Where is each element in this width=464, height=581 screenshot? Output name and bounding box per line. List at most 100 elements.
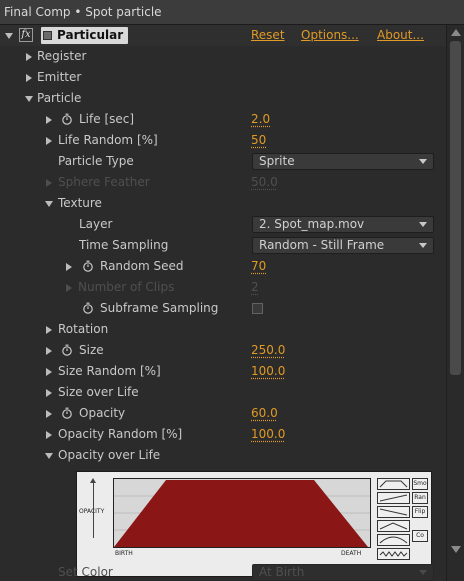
effect-name[interactable]: Particular [41,27,129,44]
collapse-arrow-icon[interactable] [25,96,33,102]
param-label: Opacity Random [%] [58,427,183,441]
param-label: Random Seed [100,259,184,273]
param-value: 2 [251,280,259,294]
group-register[interactable]: Register [0,46,446,67]
param-opacity-random: Opacity Random [%] 100.0 [0,424,446,445]
group-size-over-life[interactable]: Size over Life [0,382,446,403]
stopwatch-icon[interactable] [61,344,73,356]
dropdown-arrow-icon [416,240,430,251]
expand-arrow-icon[interactable] [26,53,32,61]
param-value[interactable]: 60.0 [251,403,278,424]
param-label: Life Random [%] [58,133,158,147]
param-layer: Layer 2. Spot_map.mov [0,214,446,235]
param-number-of-clips: Number of Clips 2 [0,277,446,298]
param-label: Size Random [%] [58,364,161,378]
smooth-button[interactable]: Smo [412,478,428,490]
preset-ramp-up-button[interactable] [377,492,410,504]
param-value[interactable]: 50 [251,130,266,151]
about-link[interactable]: About... [377,25,424,46]
randomize-button[interactable]: Ran [412,492,428,504]
preset-noise-button[interactable] [377,548,410,560]
flip-button[interactable]: Flip [412,506,428,518]
expand-arrow-icon [46,179,52,187]
dropdown-value: At Birth [259,565,305,579]
scroll-down-icon[interactable] [451,546,461,553]
param-label: Layer [79,217,113,231]
reset-link[interactable]: Reset [251,25,285,46]
param-value[interactable]: 100.0 [251,424,285,445]
effect-header-row: fx Particular Reset Options... About... [0,25,446,46]
copy-button[interactable]: Co [412,530,428,542]
graph-plot-area[interactable] [113,478,371,548]
subframe-sampling-checkbox[interactable] [252,303,263,314]
dropdown-arrow-icon [416,567,430,578]
options-link[interactable]: Options... [301,25,359,46]
scroll-up-icon[interactable] [451,29,461,36]
group-rotation[interactable]: Rotation [0,319,446,340]
param-size: Size 250.0 [0,340,446,361]
stopwatch-icon[interactable] [61,113,73,125]
group-label: Size over Life [58,385,139,399]
param-value[interactable]: 250.0 [251,340,285,361]
expand-arrow-icon[interactable] [46,347,52,355]
preset-ramp-down-button[interactable] [377,506,410,518]
collapse-effect-icon[interactable] [5,33,13,39]
expand-arrow-icon[interactable] [66,263,72,271]
dropdown-value: 2. Spot_map.mov [259,217,365,231]
param-label: Time Sampling [79,238,169,252]
graph-y-label: OPACITY [79,508,105,515]
param-value[interactable]: 2.0 [251,109,270,130]
group-label: Particle [37,91,82,105]
expand-arrow-icon[interactable] [46,431,52,439]
expand-arrow-icon[interactable] [46,410,52,418]
dropdown-arrow-icon [416,219,430,230]
group-texture[interactable]: Texture [0,193,446,214]
param-label: Size [79,343,104,357]
stopwatch-icon[interactable] [82,260,94,272]
vertical-scrollbar[interactable] [446,25,464,581]
scroll-thumb[interactable] [450,41,461,375]
param-value[interactable]: 100.0 [251,361,285,382]
expand-arrow-icon[interactable] [46,389,52,397]
collapse-arrow-icon[interactable] [45,201,53,207]
param-label: Sphere Feather [58,175,150,189]
graph-x-axis: BIRTH DEATH [113,550,371,560]
stopwatch-icon[interactable] [61,407,73,419]
effect-controls-panel: Final Comp • Spot particle fx Particular… [0,0,464,581]
param-random-seed: Random Seed 70 [0,256,446,277]
preset-curve-button[interactable] [377,534,410,546]
particle-type-dropdown[interactable]: Sprite [252,153,434,170]
group-opacity-over-life[interactable]: Opacity over Life [0,445,446,466]
preset-flat-button[interactable] [377,478,410,490]
param-opacity: Opacity 60.0 [0,403,446,424]
collapse-arrow-icon[interactable] [45,453,53,459]
group-particle[interactable]: Particle [0,88,446,109]
group-label: Texture [58,196,102,210]
expand-arrow-icon[interactable] [46,368,52,376]
plugin-cube-icon [43,31,52,40]
panel-title: Final Comp • Spot particle [0,0,464,25]
expand-arrow-icon[interactable] [26,74,32,82]
effect-controls-content: fx Particular Reset Options... About... … [0,25,446,581]
preset-peak-button[interactable] [377,520,410,532]
stopwatch-icon[interactable] [82,302,94,314]
expand-arrow-icon[interactable] [46,326,52,334]
group-emitter[interactable]: Emitter [0,67,446,88]
time-sampling-dropdown[interactable]: Random - Still Frame [252,237,434,254]
param-value: 50.0 [251,175,278,189]
y-axis-arrow-icon [90,478,96,538]
group-label: Rotation [58,322,109,336]
layer-dropdown[interactable]: 2. Spot_map.mov [252,216,434,233]
param-label: Opacity [79,406,126,420]
param-life: Life [sec] 2.0 [0,109,446,130]
expand-arrow-icon[interactable] [46,137,52,145]
param-label: Particle Type [58,154,134,168]
param-size-random: Size Random [%] 100.0 [0,361,446,382]
dropdown-value: Sprite [259,154,295,168]
param-set-color: Set Color At Birth [0,562,446,581]
opacity-curve-svg [114,480,370,547]
expand-arrow-icon[interactable] [46,116,52,124]
param-value[interactable]: 70 [251,256,266,277]
fx-toggle-icon[interactable]: fx [19,28,33,42]
param-life-random: Life Random [%] 50 [0,130,446,151]
